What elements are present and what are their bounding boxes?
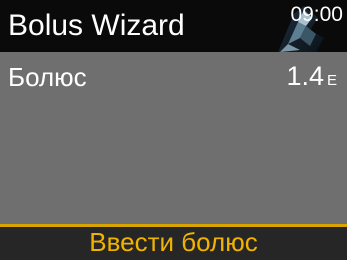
title-bar: Bolus Wizard 09:00 <box>0 0 347 52</box>
content-area: Болюс 1.4 Е <box>0 52 347 224</box>
deliver-bolus-button[interactable]: Ввести болюс <box>0 224 347 260</box>
clock: 09:00 <box>290 3 343 26</box>
bolus-amount: 1.4 Е <box>286 61 337 96</box>
bolus-unit: Е <box>326 72 337 89</box>
bolus-label: Болюс <box>8 62 87 92</box>
deliver-bolus-label: Ввести болюс <box>89 227 258 257</box>
pump-screen: Bolus Wizard 09:00 Болюс 1.4 Е Ввести бол… <box>0 0 347 260</box>
bolus-value: 1.4 <box>286 61 324 91</box>
screen-title: Bolus Wizard <box>8 9 185 42</box>
